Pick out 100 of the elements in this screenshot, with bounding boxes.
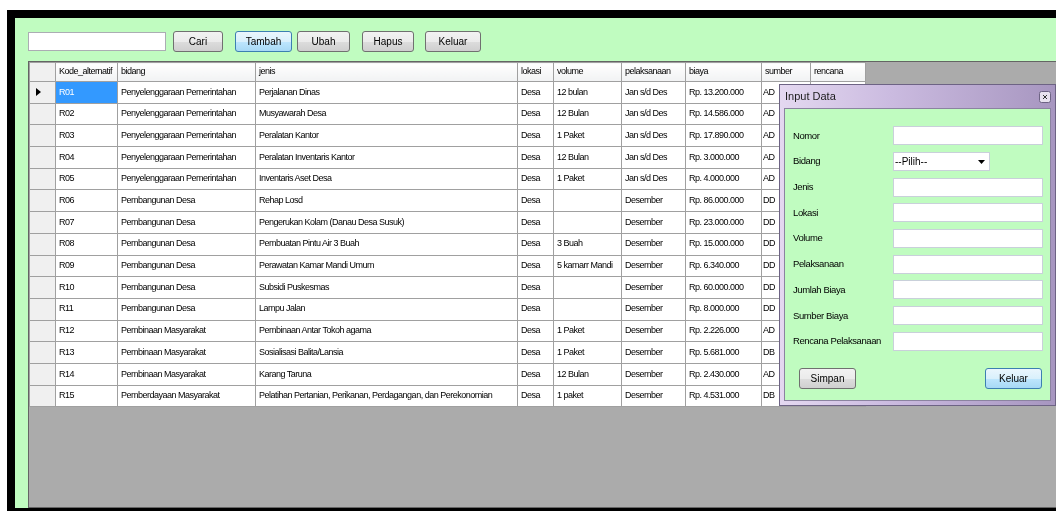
table-cell: Desa (517, 233, 554, 255)
table-cell: Rp. 14.586.000 (685, 103, 762, 125)
table-cell: Desember (621, 341, 686, 364)
table-cell: 1 Paket (553, 320, 622, 342)
table-cell: Penyelenggaraan Pemerintahan (117, 81, 256, 104)
table-cell: R12 (55, 320, 118, 342)
table-cell: R03 (55, 124, 118, 147)
table-cell: Desa (517, 298, 554, 321)
table-cell: R11 (55, 298, 118, 321)
column-header[interactable]: rencana (810, 62, 866, 82)
table-cell: Rp. 3.000.000 (685, 146, 762, 169)
table-cell: Desa (517, 81, 554, 104)
table-cell: Rp. 86.000.000 (685, 189, 762, 212)
table-cell: Desa (517, 320, 554, 342)
table-cell: Desember (621, 385, 686, 407)
dialog-button[interactable]: Keluar (985, 368, 1042, 390)
table-cell: R13 (55, 341, 118, 364)
table-cell: Rp. 5.681.000 (685, 341, 762, 364)
table-cell: Pembangunan Desa (117, 255, 256, 277)
table-cell: R14 (55, 363, 118, 386)
input-field[interactable] (893, 331, 1043, 351)
table-cell: Desember (621, 363, 686, 386)
column-header[interactable]: volume (553, 62, 622, 82)
table-cell: Peralatan Kantor (255, 124, 518, 147)
table-cell: Pembangunan Desa (117, 298, 256, 321)
table-cell: Desember (621, 211, 686, 234)
column-header[interactable]: Kode_alternatif (55, 62, 118, 82)
table-cell: Penyelenggaraan Pemerintahan (117, 124, 256, 147)
dropdown-arrow-icon (978, 159, 985, 164)
table-cell: Desa (517, 211, 554, 234)
toolbar-button[interactable]: Keluar (425, 30, 481, 52)
table-cell: 1 Paket (553, 168, 622, 190)
toolbar-button[interactable]: Hapus (362, 30, 414, 52)
table-cell: Rp. 23.000.000 (685, 211, 762, 234)
column-header[interactable]: bidang (117, 62, 256, 82)
table-cell: Desa (517, 103, 554, 125)
table-cell: R04 (55, 146, 118, 169)
table-cell: Rp. 4.000.000 (685, 168, 762, 190)
search-field[interactable] (28, 31, 166, 51)
table-cell: Pengerukan Kolam (Danau Desa Susuk) (255, 211, 518, 234)
table-cell: R06 (55, 189, 118, 212)
table-cell: Penyelenggaraan Pemerintahan (117, 168, 256, 190)
table-cell: Pembinaan Antar Tokoh agama (255, 320, 518, 342)
table-cell: Lampu Jalan (255, 298, 518, 321)
table-cell: Pembangunan Desa (117, 233, 256, 255)
table-cell: R10 (55, 276, 118, 299)
column-header[interactable]: jenis (255, 62, 518, 82)
toolbar-button[interactable]: Cari (173, 30, 223, 52)
table-cell: Rp. 2.430.000 (685, 363, 762, 386)
table-cell: Musyawarah Desa (255, 103, 518, 125)
close-icon[interactable] (1039, 90, 1051, 103)
table-cell: Rp. 15.000.000 (685, 233, 762, 255)
table-cell: R15 (55, 385, 118, 407)
column-header[interactable]: sumber (761, 62, 811, 82)
column-header[interactable]: biaya (685, 62, 762, 82)
toolbar-button[interactable]: Ubah (297, 30, 350, 52)
input-field[interactable] (893, 254, 1043, 274)
table-cell: Desa (517, 255, 554, 277)
table-cell: 1 Paket (553, 124, 622, 147)
table-cell: Desa (517, 124, 554, 147)
input-field[interactable] (893, 280, 1043, 300)
table-cell: Desember (621, 276, 686, 299)
column-header[interactable]: pelaksanaan (621, 62, 686, 82)
input-field[interactable] (893, 126, 1043, 146)
table-cell: Desa (517, 146, 554, 169)
table-cell: Desember (621, 320, 686, 342)
table-cell: Karang Taruna (255, 363, 518, 386)
table-cell: Pelatihan Pertanian, Perikanan, Perdagangan, dan Perekonomian (255, 385, 518, 407)
table-cell: Rehap Losd (255, 189, 518, 212)
table-cell: Jan s/d Des (621, 124, 686, 147)
table-cell: 1 Paket (553, 341, 622, 364)
table-cell: Desember (621, 298, 686, 321)
table-cell: Peralatan Inventaris Kantor (255, 146, 518, 169)
table-cell: 12 bulan (553, 81, 622, 104)
table-cell: Desa (517, 168, 554, 190)
table-cell: Desember (621, 189, 686, 212)
input-field[interactable] (893, 229, 1043, 249)
table-cell: Perawatan Kamar Mandi Umum (255, 255, 518, 277)
table-cell: Pembinaan Masyarakat (117, 320, 256, 342)
table-cell: Desember (621, 255, 686, 277)
table-cell: 3 Buah (553, 233, 622, 255)
table-cell: Pembinaan Masyarakat (117, 341, 256, 364)
input-field[interactable] (893, 306, 1043, 326)
dialog-button[interactable]: Simpan (799, 368, 856, 390)
table-cell: Pembangunan Desa (117, 189, 256, 212)
table-cell: Rp. 2.226.000 (685, 320, 762, 342)
input-field[interactable] (893, 177, 1043, 197)
input-field[interactable] (893, 203, 1043, 223)
dropdown-field[interactable]: --Pilih-- (893, 152, 990, 172)
table-cell: Penyelenggaraan Pemerintahan (117, 103, 256, 125)
table-cell: Desa (517, 189, 554, 212)
table-cell: Desa (517, 385, 554, 407)
table-cell: 12 Bulan (553, 146, 622, 169)
table-cell: 12 Bulan (553, 363, 622, 386)
table-cell: Rp. 4.531.000 (685, 385, 762, 407)
toolbar-button[interactable]: Tambah (235, 30, 292, 52)
table-cell: Jan s/d Des (621, 103, 686, 125)
column-header[interactable]: lokasi (517, 62, 554, 82)
table-cell: 12 Bulan (553, 103, 622, 125)
table-cell: Desa (517, 276, 554, 299)
